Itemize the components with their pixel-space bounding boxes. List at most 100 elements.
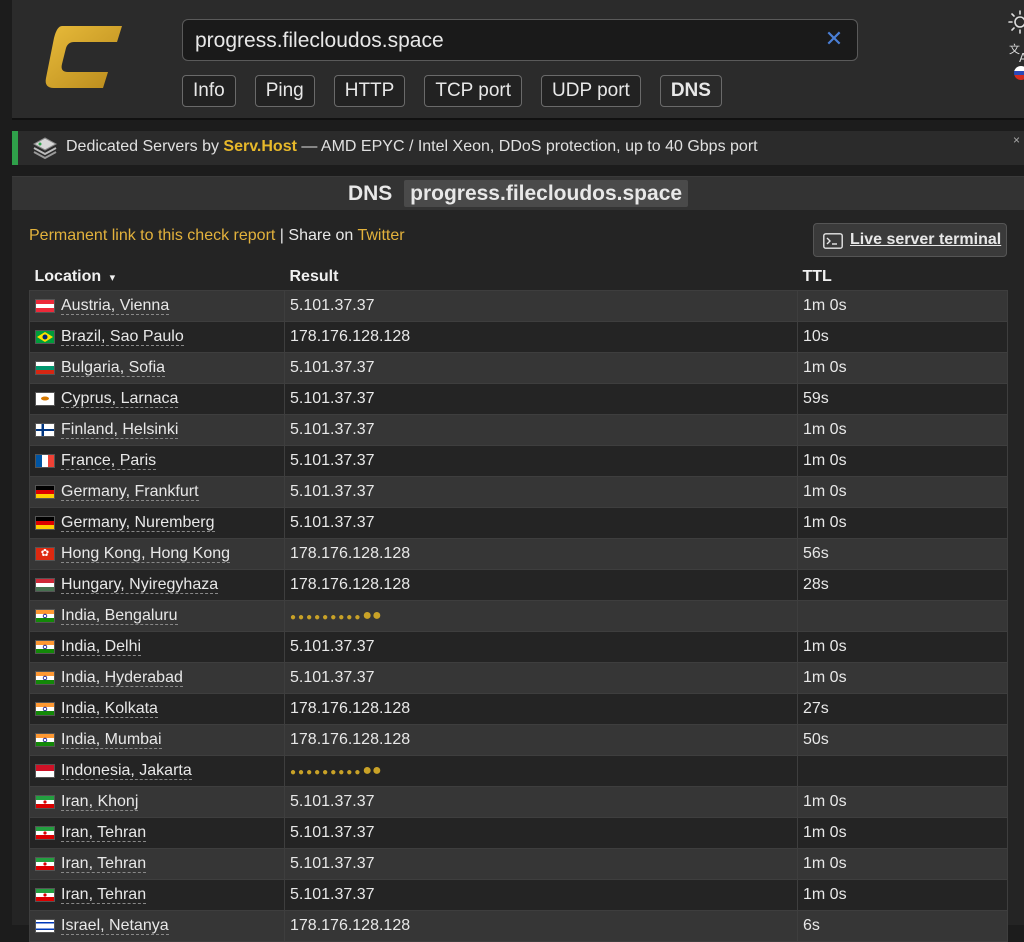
result-cell: 178.176.128.128 bbox=[284, 693, 798, 725]
permanent-link[interactable]: Permanent link to this check report bbox=[29, 227, 275, 244]
result-cell: 5.101.37.37 bbox=[284, 662, 798, 694]
ttl-cell: 10s bbox=[797, 321, 1008, 353]
location-column-header[interactable]: Location ▾ bbox=[30, 263, 285, 291]
sun-icon[interactable] bbox=[1008, 10, 1024, 34]
tab-http[interactable]: HTTP bbox=[333, 75, 406, 107]
ttl-cell: 1m 0s bbox=[797, 817, 1008, 849]
twitter-share-link[interactable]: Twitter bbox=[357, 227, 404, 244]
live-terminal-label: Live server terminal bbox=[850, 231, 1002, 248]
result-cell: 5.101.37.37 bbox=[284, 414, 798, 446]
location-link[interactable]: Iran, Tehran bbox=[61, 886, 147, 904]
location-link[interactable]: Austria, Vienna bbox=[61, 297, 170, 315]
live-terminal-button[interactable]: Live server terminal bbox=[813, 223, 1007, 257]
location-link[interactable]: Iran, Khonj bbox=[61, 793, 139, 811]
location-link[interactable]: Finland, Helsinki bbox=[61, 421, 179, 439]
check-type-tabs: Info Ping HTTP TCP port UDP port DNS bbox=[182, 75, 722, 107]
tab-ping[interactable]: Ping bbox=[254, 75, 315, 107]
ttl-column-header[interactable]: TTL bbox=[798, 263, 1008, 291]
ad-prefix: Dedicated Servers by bbox=[66, 138, 224, 155]
location-link[interactable]: Iran, Tehran bbox=[61, 855, 147, 873]
ad-banner[interactable]: Dedicated Servers by Serv.Host — AMD EPY… bbox=[12, 131, 1024, 165]
location-cell: Iran, Tehran bbox=[29, 817, 285, 849]
location-cell: Hungary, Nyiregyhaza bbox=[29, 569, 285, 601]
location-cell: India, Bengaluru bbox=[29, 600, 285, 632]
ttl-cell: 1m 0s bbox=[797, 848, 1008, 880]
checked-host: progress.filecloudos.space bbox=[404, 180, 689, 207]
tab-dns[interactable]: DNS bbox=[659, 75, 722, 107]
results-table: Location ▾ Result TTL Austria, Vienna 5.1… bbox=[29, 263, 1008, 942]
result-cell: 5.101.37.37 bbox=[284, 786, 798, 818]
cyprus-flag-icon bbox=[35, 391, 55, 406]
result-cell: ●●●●●●●●●●● bbox=[284, 755, 798, 787]
table-row: Indonesia, Jakarta ●●●●●●●●●●● bbox=[29, 755, 1008, 787]
sort-indicator-icon: ▾ bbox=[109, 271, 116, 284]
ad-brand-link[interactable]: Serv.Host bbox=[223, 138, 297, 155]
location-header-label: Location bbox=[34, 267, 102, 285]
location-link[interactable]: Cyprus, Larnaca bbox=[61, 390, 179, 408]
location-link[interactable]: India, Delhi bbox=[61, 638, 142, 656]
results-panel: DNS progress.filecloudos.space Permanent… bbox=[12, 176, 1024, 942]
india-flag-icon bbox=[35, 732, 55, 747]
loading-dots-icon: ●●●●●●●●●●● bbox=[290, 762, 382, 779]
ttl-cell: 1m 0s bbox=[797, 631, 1008, 663]
india-flag-icon bbox=[35, 670, 55, 685]
tab-tcp-port[interactable]: TCP port bbox=[424, 75, 523, 107]
russia-flag-icon[interactable] bbox=[1014, 66, 1024, 80]
location-link[interactable]: France, Paris bbox=[61, 452, 157, 470]
location-link[interactable]: Indonesia, Jakarta bbox=[61, 762, 192, 780]
tab-info[interactable]: Info bbox=[182, 75, 236, 107]
location-cell: India, Mumbai bbox=[29, 724, 285, 756]
table-header-row: Location ▾ Result TTL bbox=[30, 263, 1008, 291]
location-cell: India, Delhi bbox=[29, 631, 285, 663]
ttl-cell: 1m 0s bbox=[797, 662, 1008, 694]
ad-close-button[interactable]: × bbox=[1013, 133, 1020, 147]
table-row: India, Kolkata 178.176.128.128 27s bbox=[29, 693, 1008, 725]
location-link[interactable]: Bulgaria, Sofia bbox=[61, 359, 166, 377]
location-cell: ✿ Hong Kong, Hong Kong bbox=[29, 538, 285, 570]
location-link[interactable]: Germany, Frankfurt bbox=[61, 483, 199, 501]
brand-logo[interactable] bbox=[44, 22, 124, 92]
location-link[interactable]: India, Mumbai bbox=[61, 731, 162, 749]
ttl-cell: 1m 0s bbox=[797, 352, 1008, 384]
location-cell: France, Paris bbox=[29, 445, 285, 477]
translate-icon[interactable]: 文 A bbox=[1008, 42, 1024, 64]
location-cell: Austria, Vienna bbox=[29, 290, 285, 322]
location-link[interactable]: Brazil, Sao Paulo bbox=[61, 328, 184, 346]
svg-text:A: A bbox=[1019, 51, 1024, 64]
table-row: Iran, Khonj 5.101.37.37 1m 0s bbox=[29, 786, 1008, 818]
location-link[interactable]: India, Kolkata bbox=[61, 700, 158, 718]
india-flag-icon bbox=[35, 639, 55, 654]
iran-flag-icon bbox=[35, 825, 55, 840]
hongkong-flag-icon: ✿ bbox=[35, 546, 55, 561]
close-x-icon[interactable]: ✕ bbox=[823, 28, 845, 50]
result-cell: 5.101.37.37 bbox=[284, 817, 798, 849]
location-cell: Brazil, Sao Paulo bbox=[29, 321, 285, 353]
bulgaria-flag-icon bbox=[35, 360, 55, 375]
location-link[interactable]: Hong Kong, Hong Kong bbox=[61, 545, 231, 563]
result-cell: 5.101.37.37 bbox=[284, 445, 798, 477]
location-link[interactable]: India, Bengaluru bbox=[61, 607, 178, 625]
result-cell: 5.101.37.37 bbox=[284, 507, 798, 539]
host-input[interactable] bbox=[193, 26, 797, 56]
share-separator: | Share on bbox=[275, 227, 358, 244]
location-cell: India, Kolkata bbox=[29, 693, 285, 725]
result-column-header[interactable]: Result bbox=[285, 263, 798, 291]
result-cell: 5.101.37.37 bbox=[284, 476, 798, 508]
result-cell: 178.176.128.128 bbox=[284, 724, 798, 756]
page-title: DNS progress.filecloudos.space bbox=[12, 177, 1024, 210]
ttl-cell bbox=[797, 600, 1008, 632]
result-cell: 5.101.37.37 bbox=[284, 352, 798, 384]
location-cell: Germany, Frankfurt bbox=[29, 476, 285, 508]
location-link[interactable]: Israel, Netanya bbox=[61, 917, 169, 935]
result-cell: 178.176.128.128 bbox=[284, 569, 798, 601]
location-link[interactable]: Iran, Tehran bbox=[61, 824, 147, 842]
ttl-cell bbox=[797, 755, 1008, 787]
tab-udp-port[interactable]: UDP port bbox=[541, 75, 641, 107]
indonesia-flag-icon bbox=[35, 763, 55, 778]
location-link[interactable]: Hungary, Nyiregyhaza bbox=[61, 576, 219, 594]
location-link[interactable]: India, Hyderabad bbox=[61, 669, 183, 687]
header-bar: ✕ Info Ping HTTP TCP port UDP port DNS 文 A bbox=[12, 0, 1024, 120]
table-row: Iran, Tehran 5.101.37.37 1m 0s bbox=[29, 848, 1008, 880]
result-cell: 5.101.37.37 bbox=[284, 631, 798, 663]
location-link[interactable]: Germany, Nuremberg bbox=[61, 514, 215, 532]
